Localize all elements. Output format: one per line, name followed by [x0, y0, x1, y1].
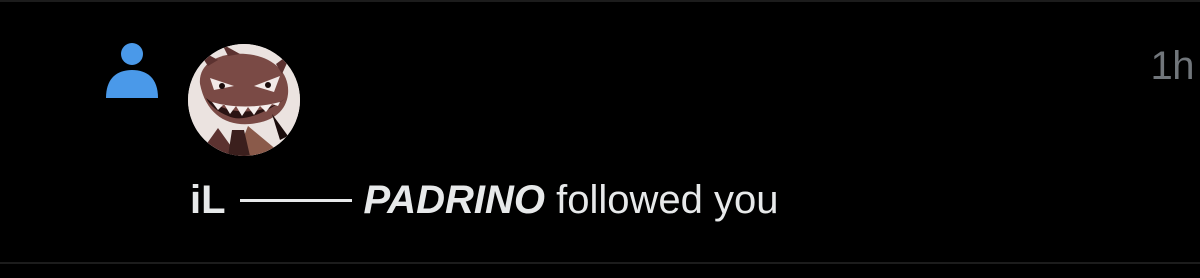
display-name-dash	[239, 198, 352, 202]
timestamp: 1h	[1150, 44, 1195, 88]
divider	[0, 262, 1200, 264]
display-name-prefix: iL	[190, 178, 226, 222]
user-avatar[interactable]	[188, 44, 300, 156]
display-name[interactable]: iL PADRINO	[190, 178, 545, 222]
action-text: followed you	[545, 178, 779, 222]
divider	[0, 0, 1200, 2]
follow-notification[interactable]: 1h iL PADRINO followed you	[0, 0, 1200, 278]
display-name-main: PADRINO	[363, 178, 546, 222]
notification-message: iL PADRINO followed you	[190, 174, 779, 226]
person-icon	[100, 40, 164, 104]
